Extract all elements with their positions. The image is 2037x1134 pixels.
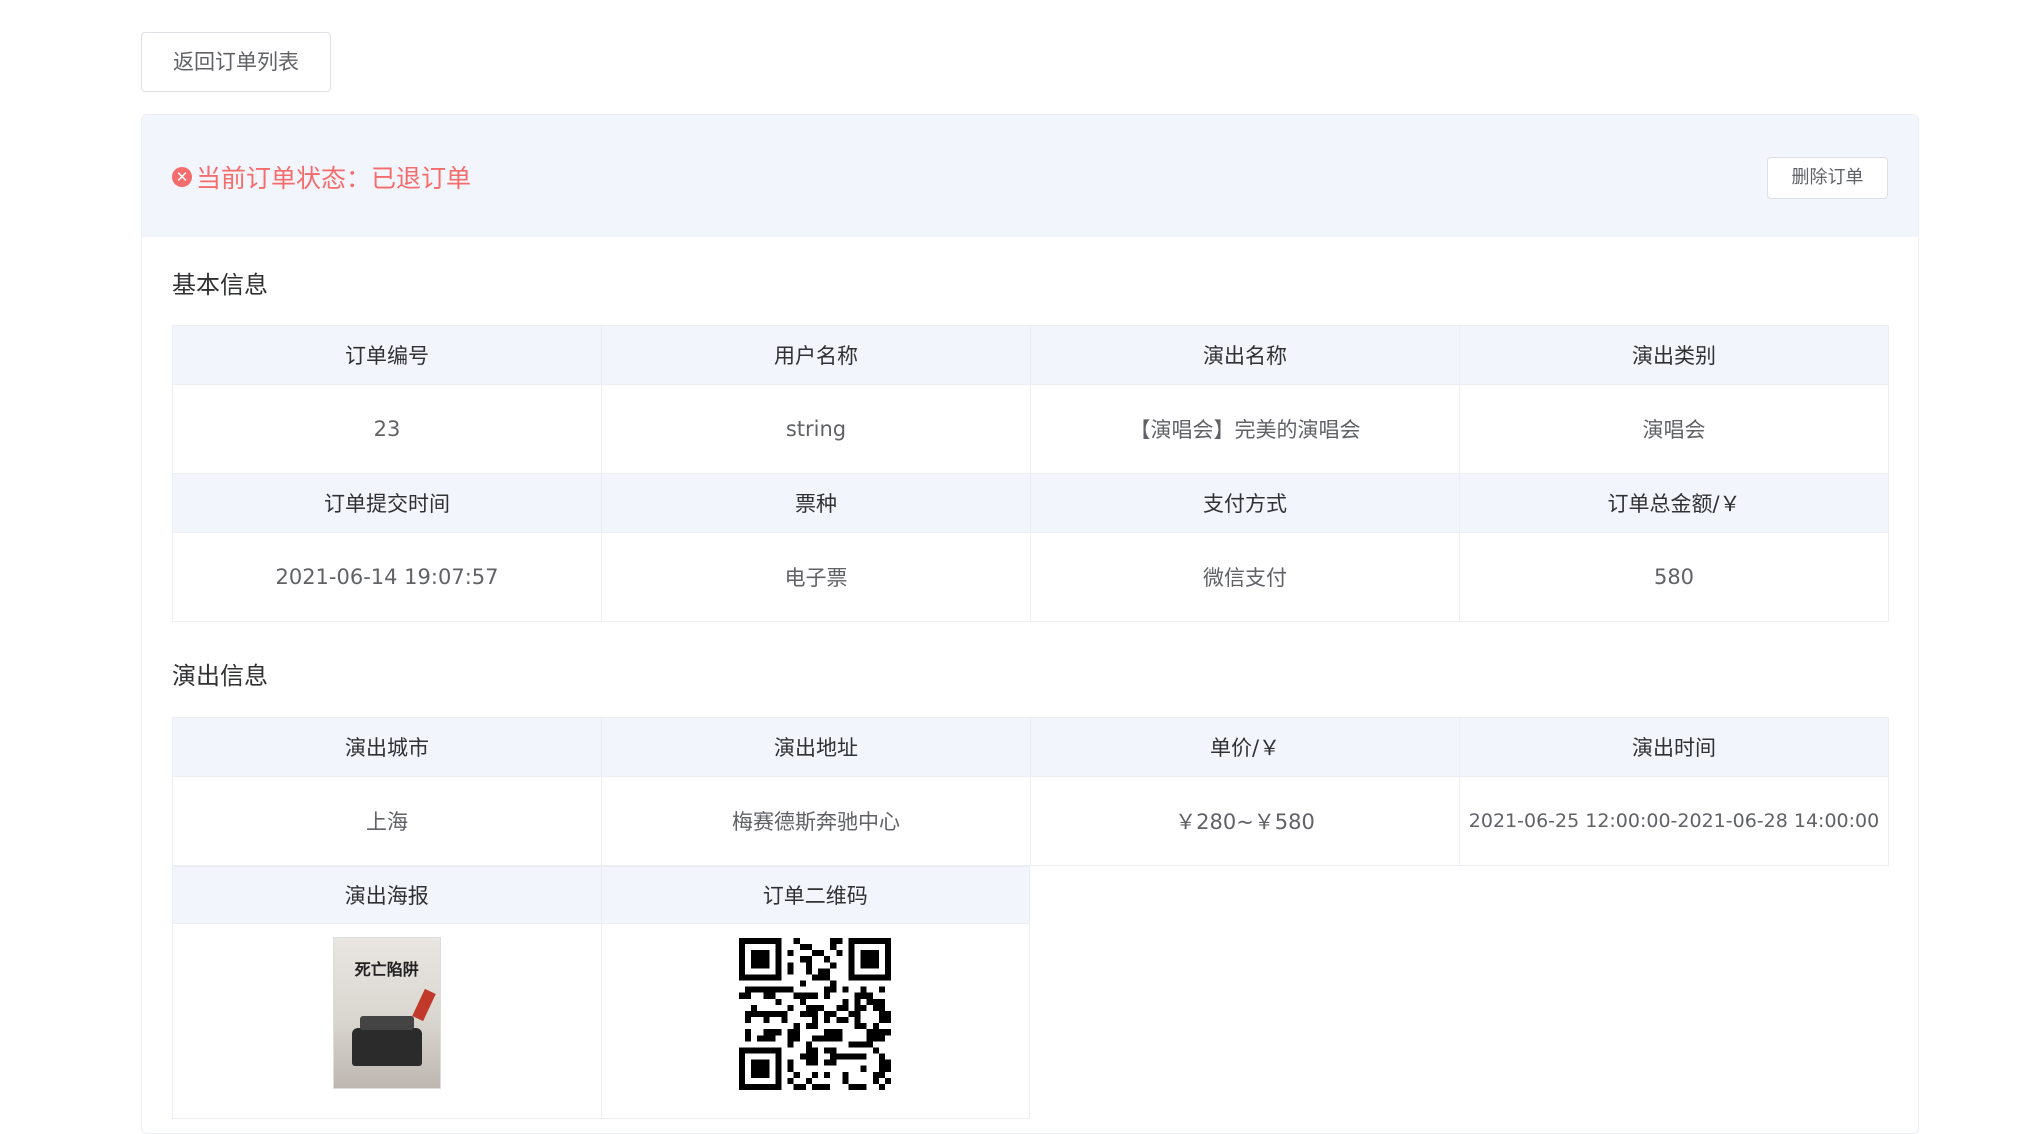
header-submit-time: 订单提交时间: [172, 473, 602, 533]
show-poster-image: 死亡陷阱: [333, 938, 440, 1088]
poster-red-mark: [411, 988, 436, 1022]
header-total-amount: 订单总金额/￥: [1459, 473, 1889, 533]
header-order-qrcode: 订单二维码: [600, 866, 1030, 924]
value-ticket-type: 电子票: [601, 532, 1031, 622]
poster-cell: 死亡陷阱: [172, 923, 602, 1119]
delete-order-button[interactable]: 删除订单: [1767, 157, 1888, 199]
value-total-amount: 580: [1459, 532, 1889, 622]
order-qrcode-image: [739, 938, 892, 1090]
value-payment-method: 微信支付: [1030, 532, 1460, 622]
header-payment-method: 支付方式: [1030, 473, 1460, 533]
table-header-row: 订单编号 用户名称 演出名称 演出类别: [172, 325, 1889, 385]
table-header-row: 订单提交时间 票种 支付方式 订单总金额/￥: [172, 473, 1889, 533]
value-unit-price: ￥280~￥580: [1030, 776, 1460, 866]
value-show-address: 梅赛德斯奔驰中心: [601, 776, 1031, 866]
table-row: 上海 梅赛德斯奔驰中心 ￥280~￥580 2021-06-25 12:00:0…: [172, 776, 1889, 866]
qrcode-cell: [600, 923, 1030, 1119]
table-row: 23 string 【演唱会】完美的演唱会 演唱会: [172, 384, 1889, 474]
table-row: 死亡陷阱: [172, 923, 1030, 1119]
value-order-id: 23: [172, 384, 602, 474]
order-status-text: 当前订单状态：已退订单: [196, 164, 472, 193]
order-status-bar: ✕ 当前订单状态：已退订单 删除订单: [142, 115, 1918, 237]
table-header-row: 演出城市 演出地址 单价/￥ 演出时间: [172, 717, 1889, 777]
value-show-name: 【演唱会】完美的演唱会: [1030, 384, 1460, 474]
show-info-table: 演出城市 演出地址 单价/￥ 演出时间 上海 梅赛德斯奔驰中心 ￥280~￥58…: [172, 717, 1889, 866]
header-unit-price: 单价/￥: [1030, 717, 1460, 777]
basic-info-table: 订单编号 用户名称 演出名称 演出类别 23 string 【演唱会】完美的演唱…: [172, 325, 1889, 622]
header-show-category: 演出类别: [1459, 325, 1889, 385]
header-show-name: 演出名称: [1030, 325, 1460, 385]
x-circle-icon: ✕: [172, 167, 192, 187]
order-status: ✕ 当前订单状态：已退订单: [172, 159, 471, 195]
header-order-id: 订单编号: [172, 325, 602, 385]
value-show-category: 演唱会: [1459, 384, 1889, 474]
header-show-city: 演出城市: [172, 717, 602, 777]
table-header-row: 演出海报 订单二维码: [172, 866, 1030, 924]
header-show-time: 演出时间: [1459, 717, 1889, 777]
header-show-poster: 演出海报: [172, 866, 602, 924]
table-row: 2021-06-14 19:07:57 电子票 微信支付 580: [172, 532, 1889, 622]
typewriter-graphic: [351, 1016, 422, 1066]
back-to-order-list-button[interactable]: 返回订单列表: [141, 32, 331, 92]
value-show-city: 上海: [172, 776, 602, 866]
value-show-time: 2021-06-25 12:00:00-2021-06-28 14:00:00: [1459, 776, 1889, 866]
header-user-name: 用户名称: [601, 325, 1031, 385]
poster-title: 死亡陷阱: [354, 960, 419, 979]
basic-info-title: 基本信息: [172, 271, 268, 299]
show-media-table: 演出海报 订单二维码 死亡陷阱: [172, 866, 1030, 1119]
header-show-address: 演出地址: [601, 717, 1031, 777]
order-detail-page: 返回订单列表 ✕ 当前订单状态：已退订单 删除订单 基本信息 订单编号 用户名称…: [141, 32, 1919, 1134]
header-ticket-type: 票种: [601, 473, 1031, 533]
show-info-title: 演出信息: [172, 662, 268, 690]
value-user-name: string: [601, 384, 1031, 474]
order-detail-card: ✕ 当前订单状态：已退订单 删除订单 基本信息 订单编号 用户名称 演出名称 演…: [141, 114, 1919, 1134]
value-submit-time: 2021-06-14 19:07:57: [172, 532, 602, 622]
